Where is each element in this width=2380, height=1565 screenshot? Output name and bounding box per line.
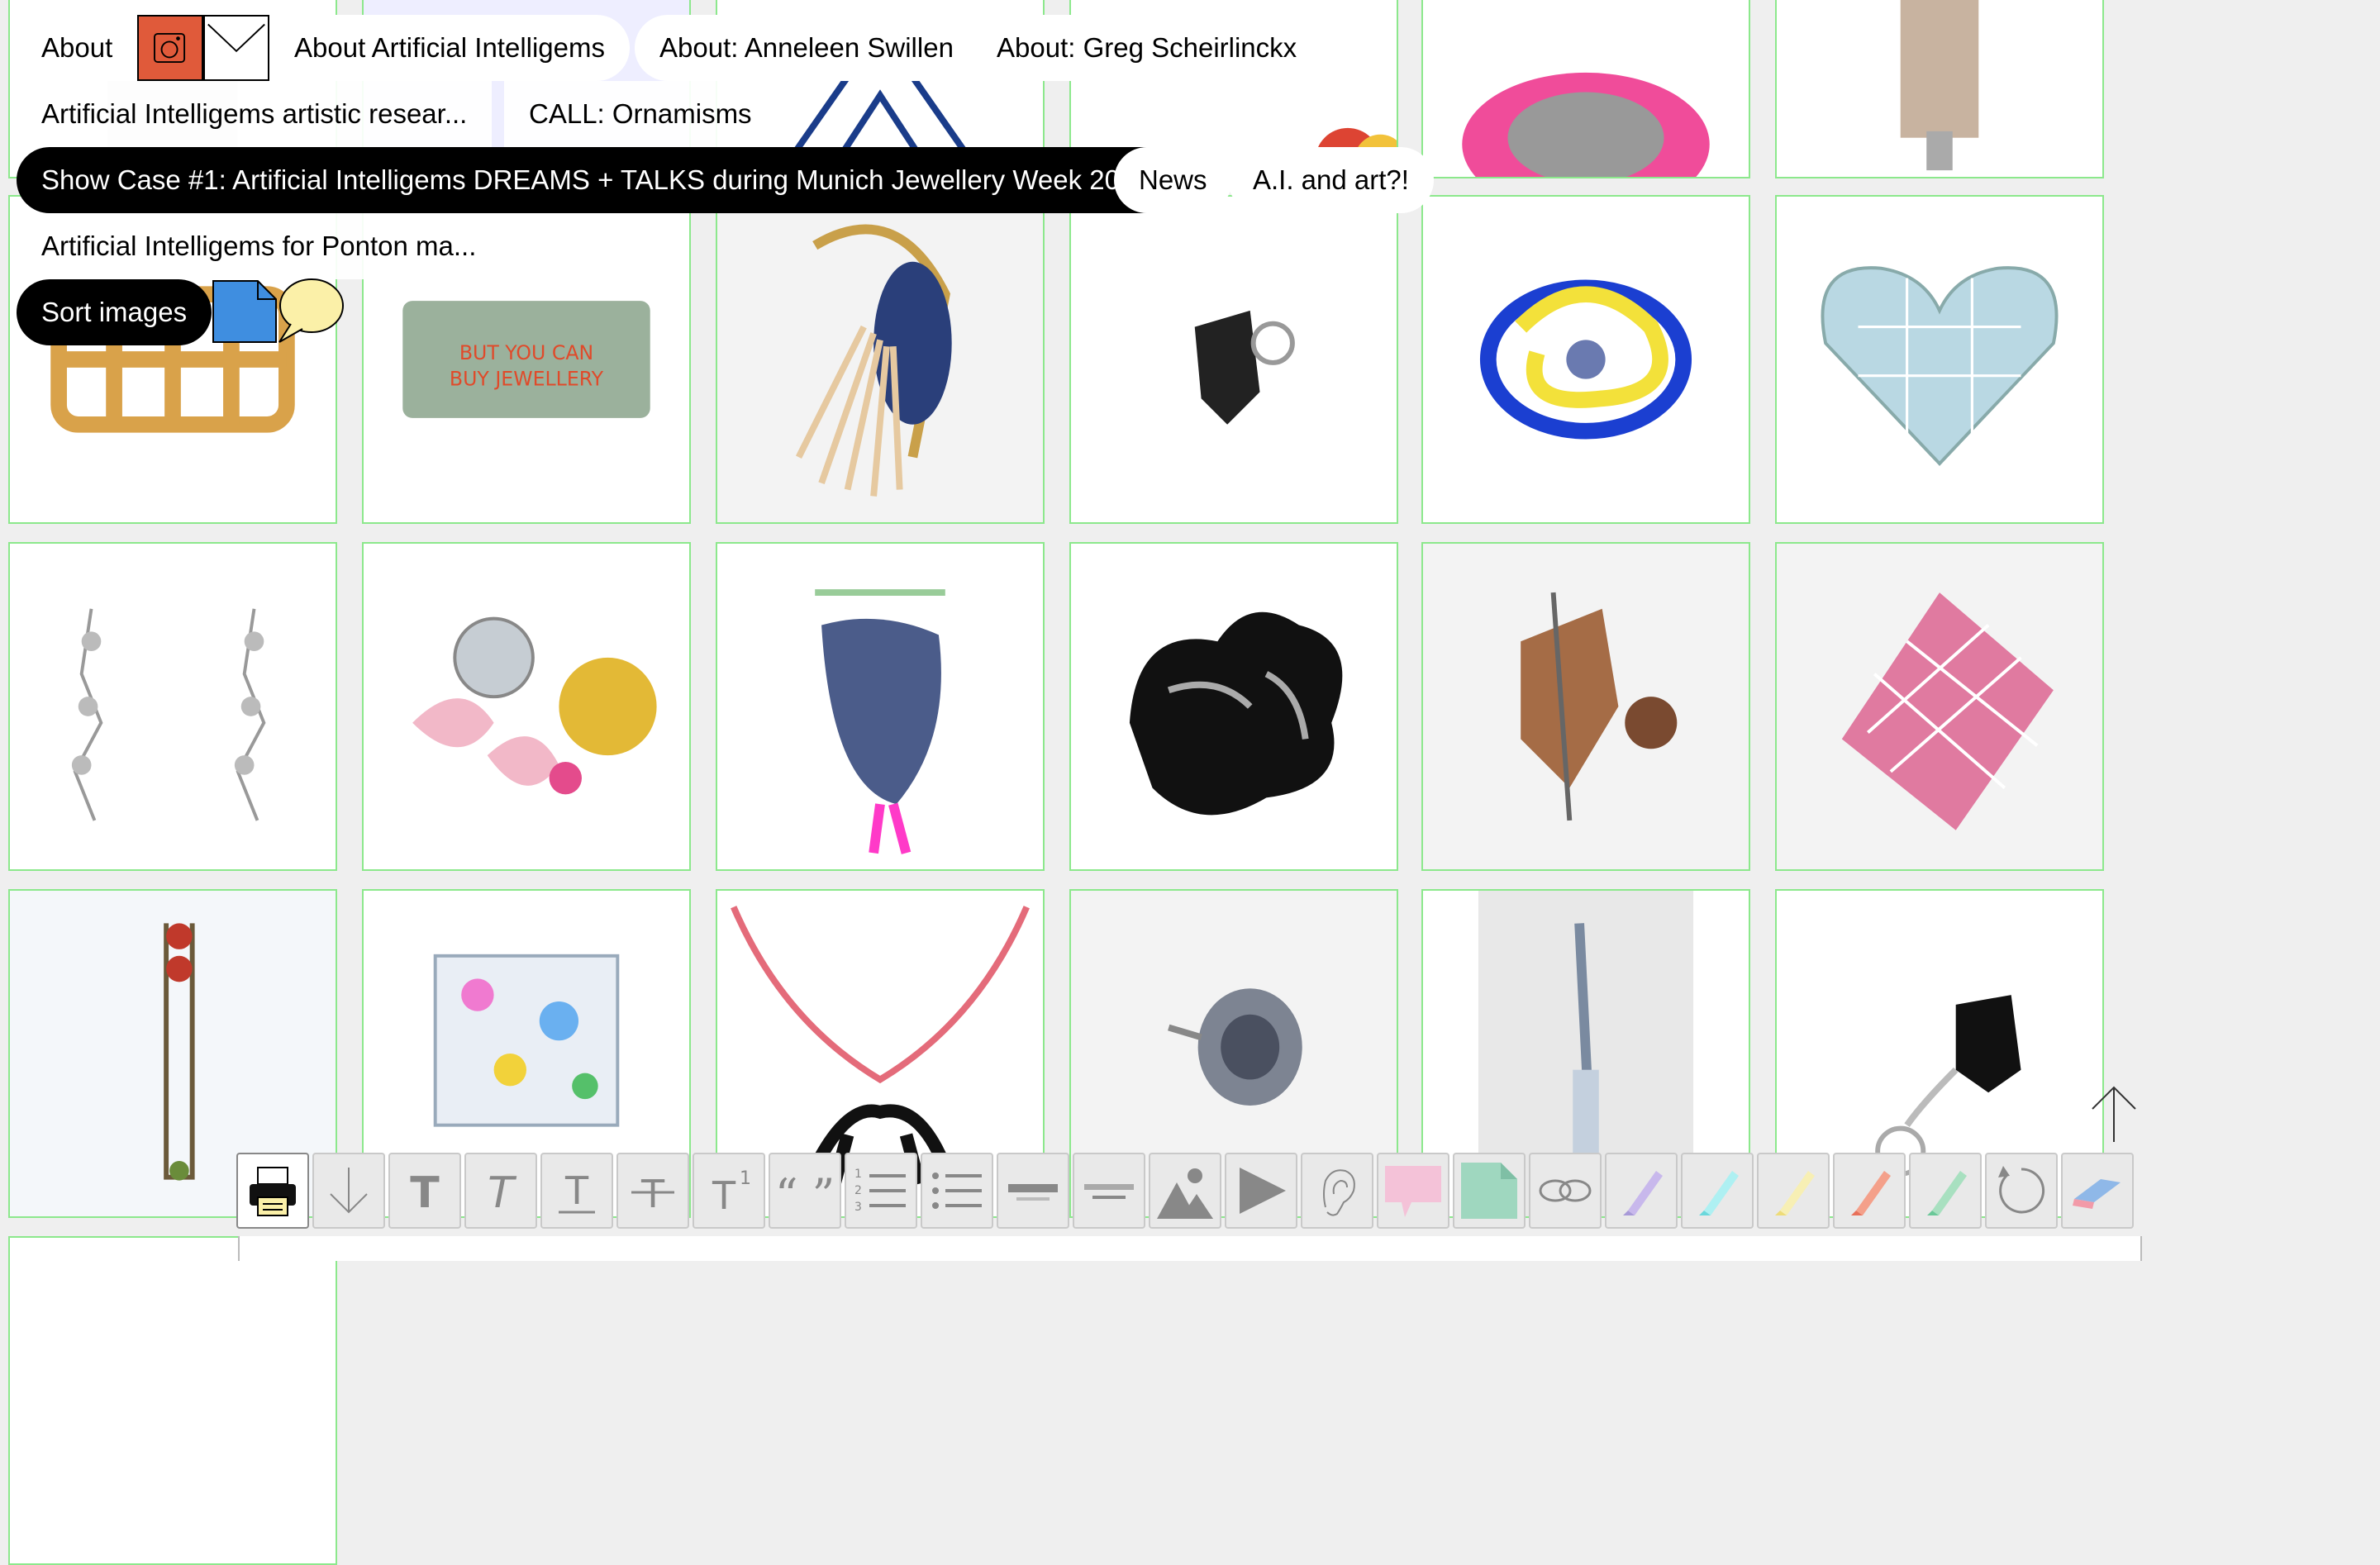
underline-icon[interactable]: T [540, 1153, 613, 1229]
bold-icon[interactable]: T [388, 1153, 461, 1229]
nav-about-artificial-intelligems[interactable]: About Artificial Intelligems [269, 15, 631, 81]
arrow-up-icon[interactable] [2089, 1084, 2139, 1144]
svg-text:BUY JEWELLERY: BUY JEWELLERY [450, 368, 604, 391]
svg-text:T: T [564, 1168, 589, 1213]
svg-text:2: 2 [854, 1184, 862, 1197]
grid-tile-silver-earrings[interactable] [8, 542, 337, 871]
eraser-icon[interactable] [2061, 1153, 2134, 1229]
cyan-marker-icon[interactable] [1681, 1153, 1754, 1229]
instagram-icon[interactable] [137, 15, 203, 81]
purple-marker-icon[interactable] [1605, 1153, 1678, 1229]
svg-text:“ ”: “ ” [775, 1169, 835, 1220]
superscript-icon[interactable]: T1 [693, 1153, 765, 1229]
strikethrough-icon[interactable]: T [616, 1153, 689, 1229]
svg-text:BUT YOU CAN: BUT YOU CAN [459, 341, 593, 364]
mail-icon[interactable] [203, 15, 269, 81]
grid-tile-copper-ring[interactable] [1421, 542, 1750, 871]
grid-tile-black-ring[interactable] [1069, 195, 1398, 524]
grid-tile-matchstick-brooch[interactable] [716, 195, 1045, 524]
heading-small-icon[interactable] [1073, 1153, 1145, 1229]
grid-tile-denim-pendant[interactable] [716, 542, 1045, 871]
arrow-down-icon[interactable] [312, 1153, 385, 1229]
grid-tile[interactable] [8, 1236, 337, 1565]
grid-tile-pink-mesh-brooch[interactable] [1775, 542, 2104, 871]
pink-comment-icon[interactable] [1377, 1153, 1449, 1229]
grid-tile-holographic-heart[interactable] [1775, 195, 2104, 524]
image-icon[interactable] [1149, 1153, 1221, 1229]
bullet-list-icon[interactable] [921, 1153, 993, 1229]
editor-text-area[interactable] [238, 1236, 2142, 1261]
nav-about[interactable]: About [17, 15, 138, 81]
editor-toolbar: T T T T T1 “ ” 123 [236, 1153, 2137, 1234]
link-icon[interactable] [1529, 1153, 1602, 1229]
red-marker-icon[interactable] [1833, 1153, 1906, 1229]
svg-text:T: T [712, 1173, 736, 1218]
nav-news[interactable]: News [1114, 147, 1232, 213]
ordered-list-icon[interactable]: 1 2 3 [845, 1153, 917, 1229]
grid-tile-yellow-blue-knot[interactable] [1421, 195, 1750, 524]
ear-icon[interactable] [1301, 1153, 1373, 1229]
svg-text:T: T [488, 1168, 517, 1218]
quote-icon[interactable]: “ ” [769, 1153, 841, 1229]
yellow-marker-icon[interactable] [1757, 1153, 1830, 1229]
document-icon[interactable] [212, 279, 278, 344]
nav-ponton[interactable]: Artificial Intelligems for Ponton ma... [17, 213, 502, 279]
nav-about-greg-scheirlinckx[interactable]: About: Greg Scheirlinckx [972, 15, 1322, 81]
svg-text:T: T [640, 1172, 665, 1216]
svg-text:T: T [410, 1168, 440, 1218]
grid-tile-black-liquid-ring[interactable] [1069, 542, 1398, 871]
grid-tile[interactable] [1775, 0, 2104, 178]
nav-artistic-research[interactable]: Artificial Intelligems artistic resear..… [17, 81, 493, 147]
nav-about-anneleen-swillen[interactable]: About: Anneleen Swillen [635, 15, 978, 81]
speech-bubble-icon[interactable] [274, 276, 345, 345]
italic-icon[interactable]: T [464, 1153, 537, 1229]
print-icon[interactable] [236, 1153, 309, 1229]
undo-icon[interactable] [1985, 1153, 2058, 1229]
svg-text:1: 1 [854, 1168, 862, 1181]
svg-text:1: 1 [740, 1168, 751, 1189]
sort-images-button[interactable]: Sort images [17, 279, 212, 345]
grid-tile[interactable] [1421, 0, 1750, 178]
nav-showcase-munich[interactable]: Show Case #1: Artificial Intelligems DRE… [17, 147, 1175, 213]
svg-text:3: 3 [854, 1201, 862, 1214]
nav-call-ornamisms[interactable]: CALL: Ornamisms [504, 81, 777, 147]
grid-tile-crystal-earrings[interactable] [362, 542, 691, 871]
green-note-icon[interactable] [1453, 1153, 1526, 1229]
nav-ai-and-art[interactable]: A.I. and art?! [1228, 147, 1434, 213]
green-marker-icon[interactable] [1909, 1153, 1982, 1229]
heading-large-icon[interactable] [997, 1153, 1069, 1229]
play-icon[interactable] [1225, 1153, 1297, 1229]
